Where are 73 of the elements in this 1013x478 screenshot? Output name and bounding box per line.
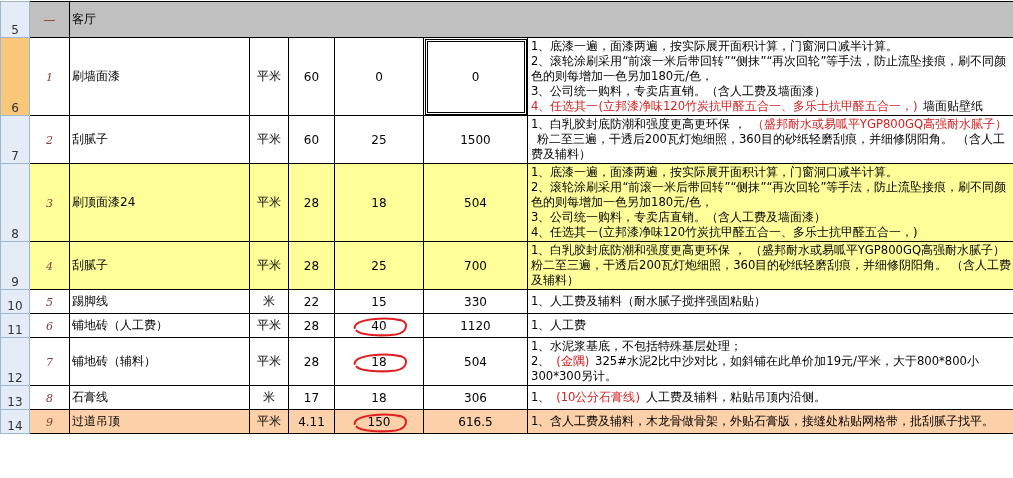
quantity-cell: 28 [303, 354, 320, 369]
description-text: 1、底漆一遍，面漆两遍，按实际展开面积计算，门窗洞口减半计算。 [531, 165, 900, 180]
description-text: 1、 (10公分石膏线) 人工费及辅料，粘贴吊顶内沿侧。 [531, 390, 827, 405]
total-cell: 0 [471, 69, 480, 84]
item-number: 4 [46, 259, 53, 273]
unit-price-cell: 40 [371, 318, 387, 333]
quantity-cell: 4.11 [298, 414, 325, 429]
total-cell: 504 [464, 195, 487, 210]
unit-price-cell: 25 [371, 258, 387, 273]
quantity-cell: 17 [303, 390, 320, 405]
total-cell: 700 [464, 258, 487, 273]
total-cell: 504 [464, 354, 487, 369]
item-number: 1 [46, 70, 53, 84]
quantity-cell: 28 [303, 195, 320, 210]
unit-price-cell: 18 [371, 195, 387, 210]
total-cell: 1120 [460, 318, 491, 333]
unit-cell: 平米 [257, 132, 281, 146]
quantity-cell: 60 [303, 69, 320, 84]
item-name: 过道吊顶 [72, 414, 120, 428]
description-text: 2、 (金隅) 325#水泥2比中沙对比，如斜铺在此单价加19元/平米，大于800*800小300*300另计。 [531, 354, 980, 384]
unit-cell: 平米 [257, 318, 281, 332]
unit-cell: 平米 [257, 195, 281, 209]
item-number: 9 [46, 415, 53, 429]
description-text: 1、水泥浆基底，不包括特殊基层处理； [531, 339, 744, 354]
description-text: 1、人工费 [531, 318, 588, 333]
total-cell: 306 [464, 390, 487, 405]
item-number: 6 [46, 319, 53, 333]
unit-cell: 米 [263, 390, 275, 404]
description-text: 1、含人工费及辅料，木龙骨做骨架，外贴石膏版，接缝处粘贴网格带，批刮腻子找平。 [531, 414, 996, 429]
quantity-cell: 28 [303, 318, 320, 333]
description-text: 3、公司统一购料，专卖店直销。（含人工费及墙面漆） [531, 84, 828, 99]
description-text: 3、公司统一购料，专卖店直销。（含人工费及墙面漆） [531, 210, 828, 225]
unit-price-cell: 15 [371, 294, 387, 309]
quantity-cell: 28 [303, 258, 320, 273]
total-cell: 330 [464, 294, 487, 309]
description-text: 4、任选其一(立邦漆净味120竹炭抗甲醛五合一、多乐士抗甲醛五合一，) 墙面贴壁纸 [531, 99, 985, 114]
unit-cell: 平米 [257, 414, 281, 428]
description-text: 1、底漆一遍，面漆两遍，按实际展开面积计算，门窗洞口减半计算。 [531, 39, 900, 54]
description-text: 4、任选其一(立邦漆净味120竹炭抗甲醛五合一、多乐士抗甲醛五合一，) [531, 225, 919, 240]
item-number: 3 [46, 196, 53, 210]
item-number: 7 [46, 355, 53, 369]
description-text: 1、人工费及辅料（耐水腻子搅拌强固粘贴） [531, 294, 768, 309]
unit-price-cell: 25 [371, 132, 387, 147]
item-name: 刮腻子 [72, 258, 108, 272]
item-name: 踢脚线 [72, 294, 108, 308]
unit-price-cell: 18 [371, 354, 387, 369]
quantity-cell: 22 [303, 294, 320, 309]
quantity-cell: 60 [303, 132, 320, 147]
unit-price-cell: 150 [367, 414, 391, 429]
item-name: 铺地砖（辅料） [72, 354, 156, 368]
unit-cell: 米 [263, 294, 275, 308]
section-marker: — [43, 12, 56, 27]
description-text: 2、滚轮涂刷采用“前滚一米后带回转”“侧抹”“再次回轮”等手法，防止流坠接痕，刷不同颜色的则每增加一色另加180元/色， [531, 180, 1008, 210]
unit-price-cell: 18 [371, 390, 387, 405]
unit-cell: 平米 [257, 69, 281, 83]
item-name: 铺地砖（人工费） [72, 318, 168, 332]
item-name: 刷顶面漆24 [72, 195, 136, 209]
item-name: 刷墙面漆 [72, 69, 120, 83]
item-name: 石膏线 [72, 390, 108, 404]
item-name: 刮腻子 [72, 132, 108, 146]
unit-cell: 平米 [257, 258, 281, 272]
row-header[interactable]: 8 [1, 227, 29, 241]
description-text: 2、滚轮涂刷采用“前滚一米后带回转”“侧抹”“再次回轮”等手法，防止流坠接痕，刷不同颜色的则每增加一色另加180元/色， [531, 54, 1008, 84]
unit-cell: 平米 [257, 354, 281, 368]
description-text: 1、白乳胶封底防潮和强度更高更环保 ， （盛邦耐水或易呱平YGP800GQ高强耐水腻子） 粉二至三遍，干透后200瓦灯炮细照，360目的砂纸轻磨刮痕，并细修阴阳角。 （含人工费及辅料） [531, 117, 1009, 162]
unit-price-cell: 0 [375, 69, 383, 84]
item-number: 5 [46, 295, 53, 309]
item-number: 8 [46, 391, 53, 405]
total-cell: 1500 [460, 132, 491, 147]
total-cell: 616.5 [458, 414, 493, 429]
item-number: 2 [46, 133, 53, 147]
description-text: 1、白乳胶封底防潮和强度更高更环保 ， （盛邦耐水或易呱平YGP800GQ高强耐水腻子）粉二至三遍，干透后200瓦灯炮细照，360目的砂纸轻磨刮痕，并细修阴阳角。 （含人工费及辅料） [531, 243, 1012, 288]
section-title: 客厅 [72, 12, 96, 26]
